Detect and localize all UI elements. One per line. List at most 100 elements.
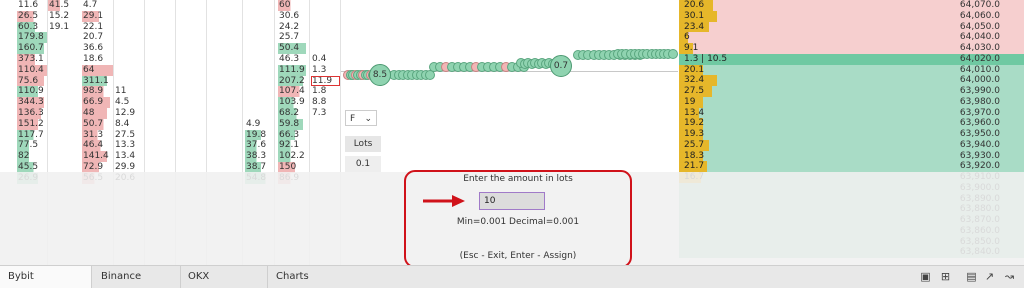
lots-value[interactable]: 0.1 xyxy=(345,156,381,172)
order-book-volume: 1.3 | 10.5 xyxy=(684,53,728,64)
volume-cell: 64 xyxy=(82,64,113,76)
trade-bubble-label: 0.7 xyxy=(553,61,569,71)
volume-cell: 107.4 xyxy=(278,86,309,98)
order-book-volume: 13.4 xyxy=(684,107,705,118)
volume-cell: 92.1 xyxy=(278,140,309,152)
mode-select-value: F xyxy=(350,114,356,124)
volume-cell: 207.2 xyxy=(278,75,309,87)
volume-cell: 179.8 xyxy=(17,32,47,44)
volume-cell xyxy=(114,22,144,33)
volume-cell xyxy=(245,32,274,43)
order-book-volume: 23.4 xyxy=(684,21,705,32)
volume-cell: 102.2 xyxy=(278,151,309,162)
volume-cell: 19.1 xyxy=(49,21,70,32)
lots-panel: F ⌄ Lots 0.1 xyxy=(345,110,381,172)
volume-cell: 1.3 xyxy=(312,64,327,75)
volume-cell: 1.8 xyxy=(312,86,327,97)
lot-amount-input[interactable] xyxy=(479,192,545,210)
order-book-price: 64,050.0 xyxy=(959,21,1000,32)
volume-cell: 151.2 xyxy=(17,118,47,130)
volume-cell: 46.3 xyxy=(279,53,300,64)
order-book-row[interactable]: 32.4 64,000.0 xyxy=(679,75,1024,86)
volume-cell: 8.4 xyxy=(115,118,130,129)
volume-cell: 141.4 xyxy=(82,151,113,162)
volume-cell xyxy=(245,97,274,108)
volume-cell: 311.1 xyxy=(82,75,113,87)
volume-cell: 110.9 xyxy=(17,86,47,98)
chart-settings-icon[interactable]: ↝ xyxy=(1004,271,1015,282)
tab-label: Binance xyxy=(101,271,142,282)
order-book-row[interactable]: 19.2 63,960.0 xyxy=(679,118,1024,129)
volume-cell xyxy=(245,43,274,54)
volume-cell: 4.9 xyxy=(246,118,261,129)
volume-cell: 13.4 xyxy=(115,151,136,162)
volume-cell xyxy=(245,54,274,65)
volume-cell: 30.6 xyxy=(279,10,300,21)
order-book-price: 63,940.0 xyxy=(959,139,1000,150)
volume-cell: 27.5 xyxy=(115,129,136,140)
dialog-limits: Min=0.001 Decimal=0.001 xyxy=(456,217,580,227)
order-book-row[interactable]: 20.1 64,010.0 xyxy=(679,64,1024,76)
order-book-row[interactable]: 23.4 64,050.0 xyxy=(679,21,1024,33)
chart-up-icon[interactable]: ↗ xyxy=(984,271,995,282)
order-book-price: 64,040.0 xyxy=(959,32,1000,43)
order-book-volume: 32.4 xyxy=(684,75,705,86)
volume-cell: 373.1 xyxy=(17,53,47,65)
volume-cell: 29.1 xyxy=(82,10,113,22)
volume-cell: 8.8 xyxy=(312,97,327,108)
order-book-volume: 25.7 xyxy=(684,139,705,150)
order-book-row[interactable]: 19.3 63,950.0 xyxy=(679,129,1024,140)
volume-cell: 26.5 xyxy=(17,10,47,22)
mode-select[interactable]: F ⌄ xyxy=(345,110,377,126)
order-book-row[interactable]: 20.6 64,070.0 xyxy=(679,0,1024,11)
volume-cell xyxy=(114,32,144,43)
order-book-volume: 19.2 xyxy=(684,118,705,129)
order-book-price: 64,070.0 xyxy=(959,0,1000,10)
screenshot-icon[interactable]: ▣ xyxy=(920,271,931,282)
dialog-hint: (Esc - Exit, Enter - Assign) xyxy=(459,251,577,261)
order-book-row[interactable]: 25.7 63,940.0 xyxy=(679,139,1024,151)
export-icon[interactable]: ⊞ xyxy=(940,271,951,282)
tab-label: Charts xyxy=(276,271,309,282)
book-icon[interactable]: ▤ xyxy=(966,271,977,282)
volume-cell xyxy=(114,54,144,65)
volume-cell: 13.3 xyxy=(115,140,136,151)
order-book-volume: 20.1 xyxy=(684,64,705,75)
volume-cell: 59.8 xyxy=(278,118,309,130)
order-book-row[interactable]: 27.5 63,990.0 xyxy=(679,86,1024,97)
volume-cell: 37.6 xyxy=(245,140,274,152)
volume-cell: 60 xyxy=(278,0,309,11)
order-book-row[interactable]: 9.1 64,030.0 xyxy=(679,43,1024,54)
volume-cell: 344.3 xyxy=(17,97,47,108)
volume-cell: 60.3 xyxy=(17,21,47,33)
order-book-price: 63,970.0 xyxy=(959,107,1000,118)
tab-binance[interactable]: Binance xyxy=(93,266,181,288)
volume-cell: 48 xyxy=(82,107,113,119)
volume-cell xyxy=(245,11,274,22)
order-book-row[interactable]: 21.7 63,920.0 xyxy=(679,161,1024,172)
volume-cell xyxy=(114,43,144,54)
order-book-row[interactable]: 1.3 | 10.5 64,020.0 xyxy=(679,53,1024,65)
order-book-row[interactable]: 19 63,980.0 xyxy=(679,96,1024,108)
order-book-row[interactable]: 13.4 63,970.0 xyxy=(679,107,1024,119)
order-book-price: 64,060.0 xyxy=(959,10,1000,21)
order-book-row[interactable]: 6 64,040.0 xyxy=(679,32,1024,43)
order-book-price: 64,030.0 xyxy=(959,43,1000,53)
tab-label: OKX xyxy=(188,271,210,282)
trade-bubble-label: 8.5 xyxy=(372,70,388,80)
volume-cell: 66.9 xyxy=(82,97,113,108)
volume-cell: 20.7 xyxy=(83,32,104,43)
order-book-row[interactable]: 18.3 63,930.0 xyxy=(679,150,1024,162)
volume-cell: 117.7 xyxy=(17,129,47,141)
volume-cell xyxy=(311,43,340,54)
volume-cell xyxy=(245,76,274,87)
volume-cell xyxy=(311,11,340,22)
tab-bybit[interactable]: Bybit xyxy=(0,266,92,288)
volume-cell: 82 xyxy=(17,151,47,162)
order-book-row[interactable]: 30.1 64,060.0 xyxy=(679,10,1024,22)
tab-okx[interactable]: OKX xyxy=(180,266,268,288)
volume-cell: 12.9 xyxy=(115,107,136,118)
volume-cell xyxy=(245,65,274,76)
tab-charts[interactable]: Charts xyxy=(268,266,358,288)
order-book-price: 63,950.0 xyxy=(959,129,1000,139)
